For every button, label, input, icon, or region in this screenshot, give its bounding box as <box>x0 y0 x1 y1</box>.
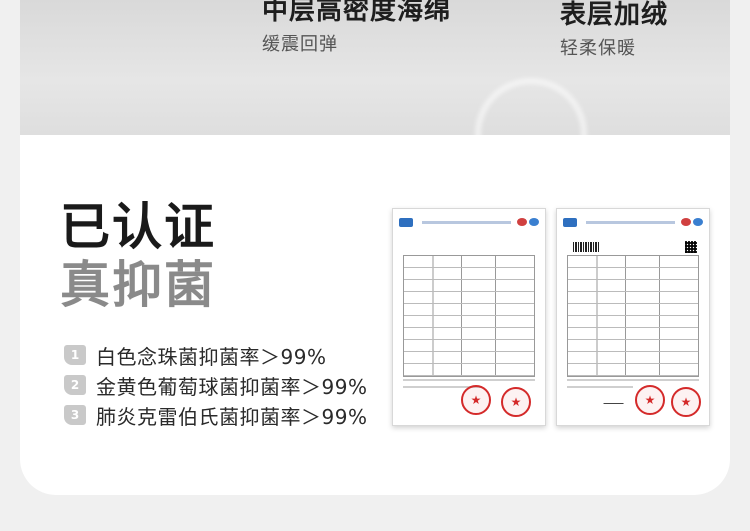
antibacterial-claims-list: 1 白色念珠菌抑菌率＞99% 2 金黄色葡萄球菌抑菌率＞99% 3 肺炎克雷伯氏… <box>64 340 367 430</box>
report-table <box>567 255 699 377</box>
report-header <box>563 215 703 229</box>
list-item: 2 金黄色葡萄球菌抑菌率＞99% <box>64 370 367 400</box>
report-table <box>403 255 535 377</box>
lab-logo-icon <box>563 217 577 227</box>
cnas-badge-icon <box>693 218 703 226</box>
test-report-image-1: ★ ★ <box>392 208 546 426</box>
official-seal-icon: ★ <box>461 385 491 415</box>
report-header-line <box>586 220 675 224</box>
claim-text: 金黄色葡萄球菌抑菌率＞99% <box>96 374 368 399</box>
test-report-image-2: ★ ★ <box>556 208 710 426</box>
signature-mark <box>603 395 627 404</box>
cma-badge-icon <box>681 218 691 226</box>
headline-certified: 已认证 <box>60 198 216 256</box>
number-badge-icon: 1 <box>64 345 86 365</box>
list-item: 3 肺炎克雷伯氏菌抑菌率＞99% <box>64 400 367 430</box>
feature-surface-layer: 表层加绒 轻柔保暖 <box>560 0 668 60</box>
list-item: 1 白色念珠菌抑菌率＞99% <box>64 340 367 370</box>
lab-logo-icon <box>399 217 413 227</box>
feature-subtitle: 轻柔保暖 <box>560 38 636 59</box>
claim-text: 肺炎克雷伯氏菌抑菌率＞99% <box>96 404 368 429</box>
feature-title: 表层加绒 <box>560 0 669 30</box>
highlight-ring <box>475 78 587 135</box>
report-header <box>399 215 539 229</box>
cma-badge-icon <box>517 218 527 226</box>
certification-badges <box>681 218 703 226</box>
claim-text: 白色念珠菌抑菌率＞99% <box>96 344 327 369</box>
certification-headline: 已认证 真抑菌 <box>60 198 216 314</box>
number-badge-icon: 2 <box>64 375 86 395</box>
barcode-icon <box>573 242 599 252</box>
feature-subtitle: 缓震回弹 <box>262 34 338 55</box>
official-seal-icon: ★ <box>635 385 665 415</box>
report-header-line <box>422 220 511 224</box>
official-seal-icon: ★ <box>501 387 531 417</box>
number-badge-icon: 3 <box>64 405 86 425</box>
certification-badges <box>517 218 539 226</box>
feature-middle-layer: 中层高密度海绵 缓震回弹 <box>262 0 451 56</box>
cnas-badge-icon <box>529 218 539 226</box>
headline-antibacterial: 真抑菌 <box>60 256 216 314</box>
feature-title: 中层高密度海绵 <box>262 0 452 26</box>
qr-code-icon <box>685 241 697 253</box>
official-seal-icon: ★ <box>671 387 701 417</box>
